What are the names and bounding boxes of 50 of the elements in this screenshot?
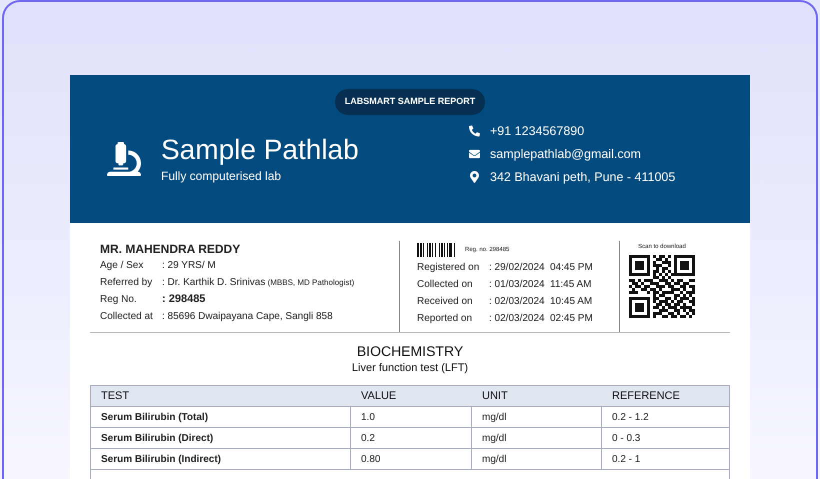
phone-icon — [469, 124, 480, 136]
barcode-drawing — [417, 243, 457, 257]
table-cell: 1.0 — [351, 407, 472, 427]
table-cell: mg/dl — [472, 428, 602, 448]
table-cell-text: 0 - 0.3 — [611, 432, 642, 446]
column-header: REFERENCE — [611, 388, 681, 404]
time-value: 02:45 PM — [550, 312, 593, 326]
table-cell: 0.80 — [351, 449, 472, 469]
table-cell-text: 0.2 - 1.2 — [611, 410, 650, 424]
column-header: TEST — [100, 388, 130, 404]
column-header: UNIT — [481, 388, 509, 404]
lab-tagline: Fully computerised lab — [161, 168, 282, 184]
section-subtitle: Liver function test (LFT) — [352, 361, 468, 376]
date-label: Collected on — [417, 278, 474, 292]
field-label: Referred by — [100, 276, 154, 290]
patient-name: MR. MAHENDRA REDDY — [100, 241, 242, 257]
date-value: : 01/03/2024 — [489, 278, 546, 292]
date-value: : 29/02/2024 — [489, 261, 546, 275]
report-badge: LABSMART SAMPLE REPORT — [334, 89, 486, 114]
table-cell: Serum Bilirubin (Direct) — [91, 428, 351, 448]
contact-text: 342 Bhavani peth, Pune - 411005 — [490, 168, 676, 184]
section-title: BIOCHEMISTRY — [356, 342, 464, 360]
field-value: : Dr. Karthik D. Srinivas (MBBS, MD Pathologist) — [162, 276, 354, 290]
field-label: Age / Sex — [100, 259, 144, 273]
field-value: : 298485 — [162, 292, 206, 307]
envelope-icon — [469, 148, 480, 160]
time-value: 04:45 PM — [550, 261, 593, 275]
table-cell: 0.2 — [351, 428, 472, 448]
field-value: : 85696 Dwaipayana Cape, Sangli 858 — [162, 310, 333, 324]
date-value: : 02/03/2024 — [489, 312, 546, 326]
time-value: 10:45 AM — [550, 295, 592, 309]
location-pin-icon — [469, 170, 480, 182]
date-label: Registered on — [417, 261, 480, 275]
field-value: : 29 YRS/ M — [162, 259, 216, 273]
qr-code-drawing — [629, 255, 695, 318]
contact-text: +91 1234567890 — [490, 122, 584, 138]
field-label: Reg No. — [100, 293, 138, 307]
column-header: VALUE — [360, 388, 398, 404]
date-value: : 02/03/2024 — [489, 295, 546, 309]
table-cell: mg/dl — [472, 407, 602, 427]
table-cell: mg/dl — [472, 449, 602, 469]
time-value: 11:45 AM — [550, 278, 592, 292]
date-label: Received on — [417, 295, 474, 309]
field-label: Collected at — [100, 310, 154, 324]
table-cell-text: 0.2 - 1 — [611, 452, 642, 466]
date-label: Reported on — [417, 312, 474, 326]
lab-name: Sample Pathlab — [161, 132, 359, 166]
table-cell: Serum Bilirubin (Total) — [91, 407, 351, 427]
table-cell: Serum Bilirubin (Indirect) — [91, 449, 351, 469]
contact-text: samplepathlab@gmail.com — [490, 146, 641, 162]
